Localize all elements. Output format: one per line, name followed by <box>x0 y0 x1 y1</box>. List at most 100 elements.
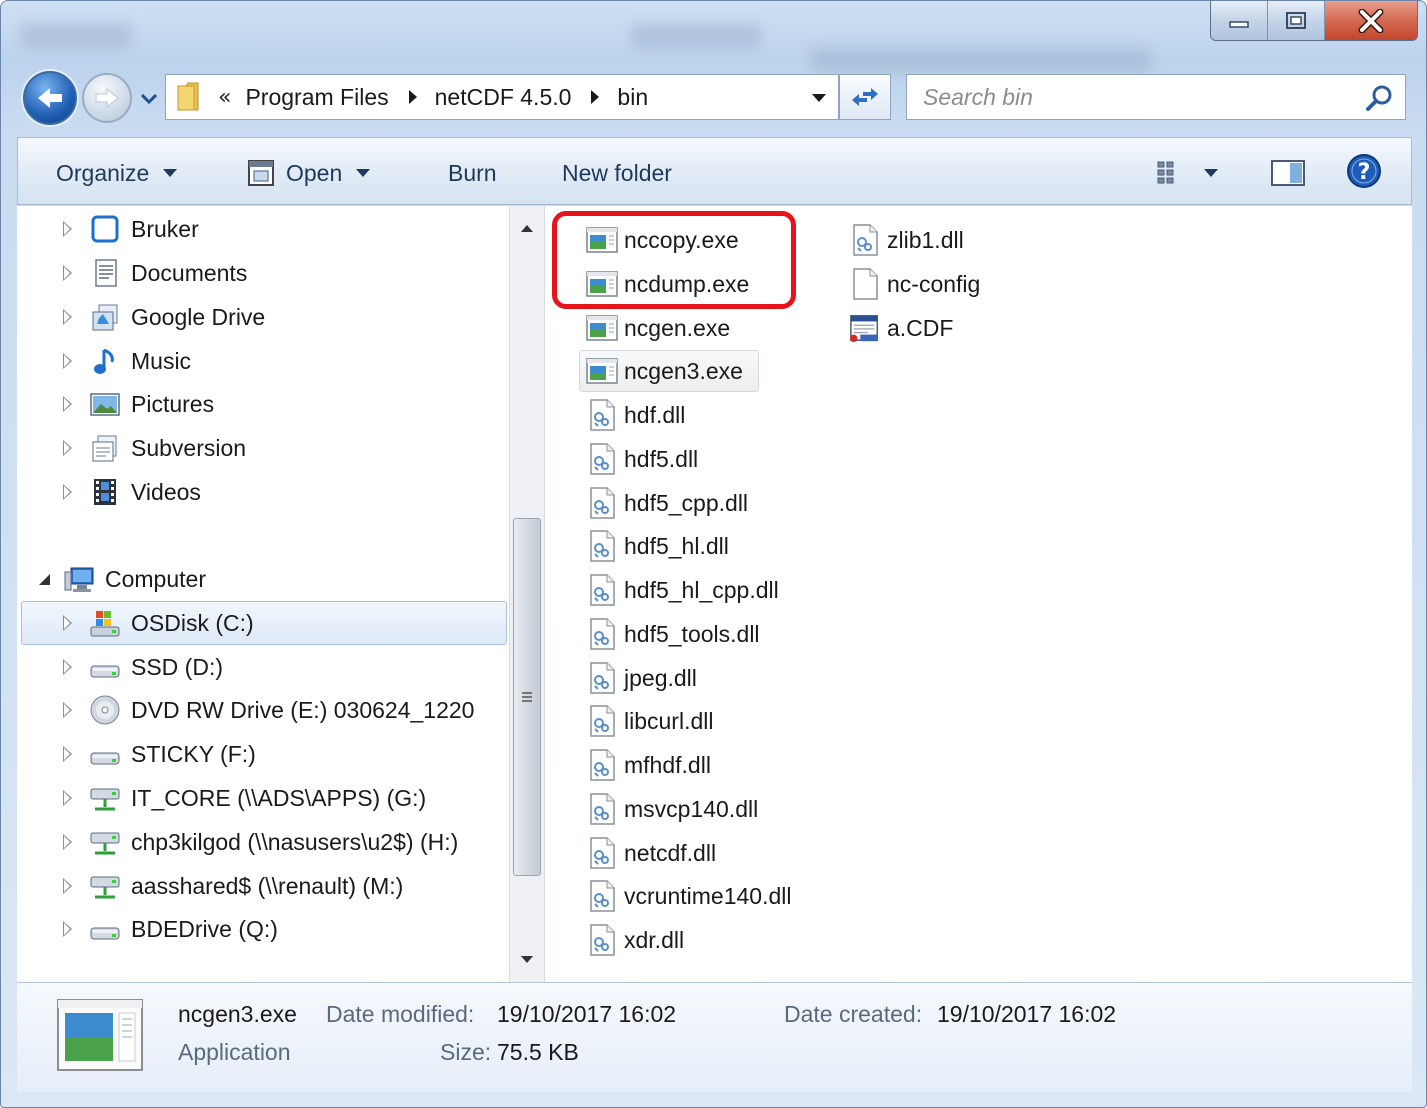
expand-arrow-icon[interactable] <box>61 614 75 632</box>
close-button[interactable] <box>1325 1 1417 40</box>
tree-item-it-core-g[interactable]: IT_CORE (\\ADS\APPS) (G:) <box>61 778 426 818</box>
tree-label: aasshared$ (\\renault) (M:) <box>131 872 404 899</box>
file-item-a-cdf[interactable]: a.CDF <box>849 308 953 348</box>
file-item-hdf5-dll[interactable]: hdf5.dll <box>586 439 698 479</box>
file-item-hdf5-hl-cpp-dll[interactable]: hdf5_hl_cpp.dll <box>586 570 779 610</box>
open-label: Open <box>286 159 343 186</box>
file-item-hdf5-hl-dll[interactable]: hdf5_hl.dll <box>586 526 729 566</box>
organize-menu[interactable]: Organize <box>56 156 178 190</box>
maximize-button[interactable] <box>1268 1 1325 40</box>
file-item-ncdump-exe[interactable]: ncdump.exe <box>586 264 749 304</box>
executable-icon <box>586 315 618 341</box>
file-item-zlib1-dll[interactable]: zlib1.dll <box>849 220 964 260</box>
breadcrumb-separator[interactable] <box>591 90 600 104</box>
maximize-icon <box>1286 12 1306 29</box>
recent-pages-dropdown[interactable] <box>139 89 159 109</box>
tree-item-subversion[interactable]: Subversion <box>61 428 246 468</box>
back-button[interactable] <box>23 71 77 125</box>
collapse-arrow-icon[interactable] <box>39 572 53 586</box>
expand-arrow-icon[interactable] <box>61 833 75 851</box>
file-item-hdf5-cpp-dll[interactable]: hdf5_cpp.dll <box>586 483 748 523</box>
tree-item-computer[interactable]: Computer <box>39 559 206 599</box>
tree-item-google-drive[interactable]: Google Drive <box>61 297 265 337</box>
expand-arrow-icon[interactable] <box>61 920 75 938</box>
tree-item-sticky-f[interactable]: STICKY (F:) <box>61 734 256 774</box>
file-name-label: msvcp140.dll <box>624 795 759 822</box>
tree-item-videos[interactable]: Videos <box>61 472 201 512</box>
change-view-button[interactable] <box>1156 156 1218 190</box>
file-item-hdf-dll[interactable]: hdf.dll <box>586 395 685 435</box>
address-bar[interactable]: « Program Files netCDF 4.5.0 bin <box>165 74 839 120</box>
file-item-netcdf-dll[interactable]: netcdf.dll <box>586 833 716 873</box>
refresh-button[interactable] <box>839 74 891 120</box>
close-icon <box>1358 9 1384 33</box>
system-drive-icon <box>90 611 120 637</box>
tree-item-ssd-d[interactable]: SSD (D:) <box>61 647 223 687</box>
file-name-label: ncgen.exe <box>624 314 731 341</box>
file-icon-wrap <box>586 312 618 344</box>
new-folder-button[interactable]: New folder <box>562 156 672 190</box>
help-button[interactable]: ? <box>1346 154 1382 188</box>
burn-button[interactable]: Burn <box>448 156 497 190</box>
expand-arrow-icon[interactable] <box>61 220 75 238</box>
executable-icon <box>586 227 618 253</box>
tree-item-bdedrive-q[interactable]: BDEDrive (Q:) <box>61 909 278 949</box>
file-item-vcruntime140-dll[interactable]: vcruntime140.dll <box>586 876 791 916</box>
file-item-libcurl-dll[interactable]: libcurl.dll <box>586 701 713 741</box>
expand-arrow-icon[interactable] <box>61 308 75 326</box>
file-item-xdr-dll[interactable]: xdr.dll <box>586 920 684 960</box>
address-dropdown-icon[interactable] <box>812 94 826 102</box>
forward-button[interactable] <box>82 73 132 123</box>
expand-arrow-icon[interactable] <box>61 439 75 457</box>
search-input[interactable] <box>907 75 1347 119</box>
search-icon[interactable] <box>1365 84 1393 112</box>
file-item-nccopy-exe[interactable]: nccopy.exe <box>586 220 739 260</box>
scroll-down-button[interactable] <box>510 942 544 978</box>
tree-item-aasshared-m[interactable]: aasshared$ (\\renault) (M:) <box>61 866 403 906</box>
google-drive-folder-icon <box>92 304 118 331</box>
expand-arrow-icon[interactable] <box>61 395 75 413</box>
breadcrumb-program-files[interactable]: Program Files <box>245 84 388 111</box>
breadcrumb-netcdf[interactable]: netCDF 4.5.0 <box>435 84 572 111</box>
executable-icon <box>586 271 618 297</box>
file-item-jpeg-dll[interactable]: jpeg.dll <box>586 658 697 698</box>
chevron-down-icon <box>163 169 178 177</box>
tree-item-dvd-e[interactable]: DVD RW Drive (E:) 030624_1220 <box>61 690 474 730</box>
expand-arrow-icon[interactable] <box>61 264 75 282</box>
file-item-ncgen-exe[interactable]: ncgen.exe <box>586 308 730 348</box>
hard-drive-icon <box>90 927 120 940</box>
file-item-hdf5-tools-dll[interactable]: hdf5_tools.dll <box>586 614 760 654</box>
open-menu[interactable]: Open <box>246 156 371 190</box>
breadcrumb-bin[interactable]: bin <box>617 84 648 111</box>
application-thumbnail-icon <box>57 999 143 1071</box>
minimize-button[interactable] <box>1211 1 1268 40</box>
tree-item-chp3kilgod-h[interactable]: chp3kilgod (\\nasusers\u2$) (H:) <box>61 822 458 862</box>
expand-arrow-icon[interactable] <box>61 483 75 501</box>
expand-arrow-icon[interactable] <box>61 745 75 763</box>
scroll-up-button[interactable] <box>510 210 544 246</box>
breadcrumb-overflow[interactable]: « <box>218 85 231 110</box>
tree-item-bruker[interactable]: Bruker <box>61 209 199 249</box>
cdf-file-icon <box>849 315 878 343</box>
expand-arrow-icon[interactable] <box>61 701 75 719</box>
tree-label: Bruker <box>131 215 199 242</box>
tree-item-pictures[interactable]: Pictures <box>61 384 214 424</box>
tree-item-documents[interactable]: Documents <box>61 253 247 293</box>
expand-arrow-icon[interactable] <box>61 658 75 676</box>
expand-arrow-icon[interactable] <box>61 352 75 370</box>
scroll-thumb[interactable] <box>513 518 541 876</box>
preview-pane-button[interactable] <box>1270 156 1306 190</box>
search-box[interactable] <box>906 74 1406 120</box>
expand-arrow-icon[interactable] <box>61 877 75 895</box>
tree-item-music[interactable]: Music <box>61 341 191 381</box>
file-item-nc-config[interactable]: nc-config <box>849 264 980 304</box>
navigation-scrollbar[interactable] <box>509 206 545 982</box>
breadcrumb-separator[interactable] <box>408 90 417 104</box>
file-item-msvcp140-dll[interactable]: msvcp140.dll <box>586 789 758 829</box>
tree-item-osdisk-c[interactable]: OSDisk (C:) <box>61 603 254 643</box>
file-item-mfhdf-dll[interactable]: mfhdf.dll <box>586 745 711 785</box>
tree-label: Documents <box>131 259 248 286</box>
expand-arrow-icon[interactable] <box>61 789 75 807</box>
file-item-ncgen3-exe[interactable]: ncgen3.exe <box>586 351 743 391</box>
file-icon-wrap <box>586 662 618 694</box>
